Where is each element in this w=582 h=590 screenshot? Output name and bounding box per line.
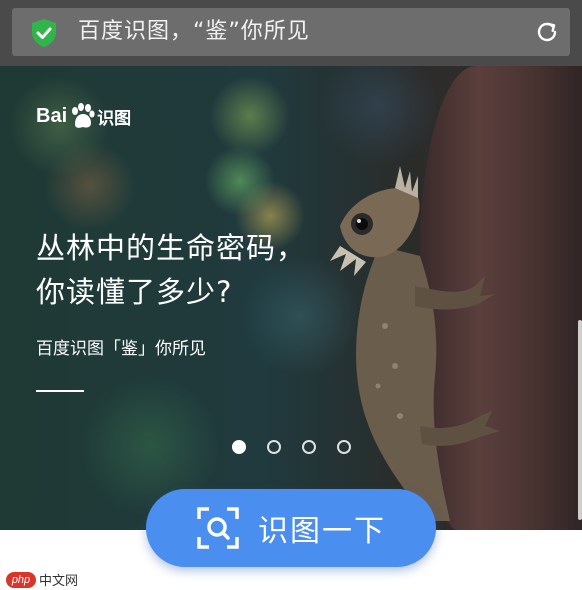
headline-line-1: 丛林中的生命密码， <box>36 231 307 265</box>
baidu-paw-icon <box>72 103 95 128</box>
carousel-dot[interactable] <box>232 440 246 454</box>
hero-headline: 丛林中的生命密码， 你读懂了多少? <box>36 226 306 314</box>
scan-button-label: 识图一下 <box>258 514 386 549</box>
carousel-indicator <box>232 440 351 454</box>
shield-check-icon <box>32 19 56 47</box>
lizard-image <box>330 166 500 521</box>
carousel-dot[interactable] <box>302 440 316 454</box>
refresh-icon[interactable] <box>534 19 560 45</box>
page-title: 百度识图，“鉴”你所见 <box>78 19 310 44</box>
hero-banner[interactable]: Bai 识图 丛林中的生命密码， 你读懂了多少? 百度识图「鉴」你所见 <box>0 66 582 530</box>
hero-divider <box>36 390 84 392</box>
scan-image-button[interactable]: 识图一下 <box>146 489 436 567</box>
scrollbar[interactable] <box>578 320 582 520</box>
browser-address-bar: 百度识图，“鉴”你所见 <box>0 0 582 66</box>
baidu-shitu-logo: Bai 识图 <box>36 100 131 132</box>
php-watermark: php 中文网 <box>6 570 78 589</box>
scan-camera-icon <box>197 507 239 549</box>
watermark-badge: php <box>6 571 36 588</box>
hero-subtitle: 百度识图「鉴」你所见 <box>36 339 206 359</box>
carousel-dot[interactable] <box>337 440 351 454</box>
carousel-dot[interactable] <box>267 440 281 454</box>
watermark-text: 中文网 <box>39 574 79 589</box>
headline-line-2: 你读懂了多少? <box>36 275 233 309</box>
url-box[interactable]: 百度识图，“鉴”你所见 <box>12 8 570 56</box>
